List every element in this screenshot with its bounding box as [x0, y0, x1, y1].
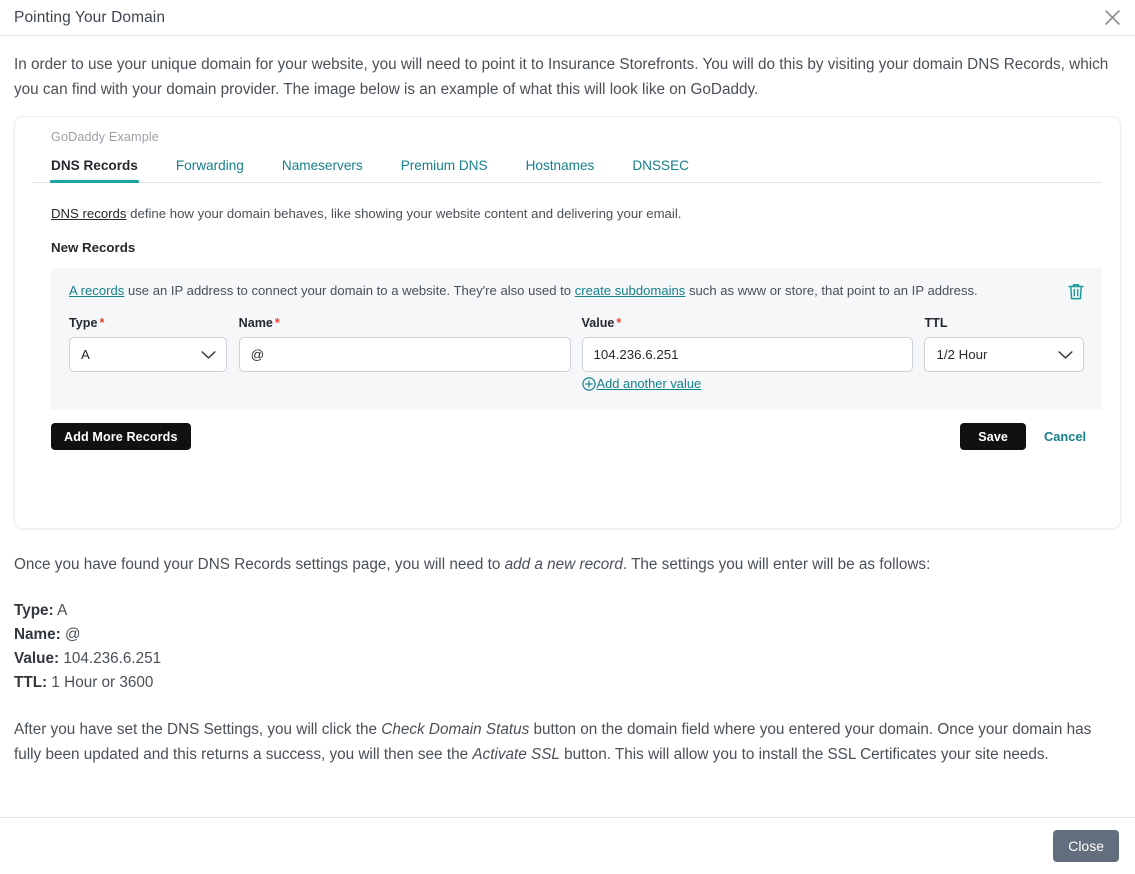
after-p1-emphasis: add a new record [504, 556, 623, 573]
a-records-link[interactable]: A records [69, 283, 124, 298]
spec-label-type: Type: [14, 602, 54, 619]
spec-value-ttl: 1 Hour or 3600 [51, 674, 154, 691]
add-another-value-button[interactable]: Add another value [581, 376, 914, 391]
close-button[interactable]: Close [1053, 830, 1119, 862]
list-item: Name: @ [14, 623, 1121, 647]
list-item: TTL: 1 Hour or 3600 [14, 671, 1121, 695]
dns-records-description-text: define how your domain behaves, like sho… [126, 206, 682, 221]
save-button[interactable]: Save [960, 423, 1027, 450]
create-subdomains-link[interactable]: create subdomains [575, 283, 686, 298]
tab-premium-dns[interactable]: Premium DNS [401, 158, 488, 182]
name-field: Name * @ [238, 316, 571, 391]
plus-circle-icon [581, 377, 596, 391]
spec-value-type: A [57, 602, 68, 619]
modal-footer: Close [0, 817, 1135, 874]
after-p1-b: . The settings you will enter will be as… [622, 556, 931, 573]
modal-body: In order to use your unique domain for y… [0, 36, 1135, 817]
dns-tabs: DNS Records Forwarding Nameservers Premi… [33, 150, 1102, 183]
spec-value-value: 104.236.6.251 [63, 650, 162, 667]
chevron-down-icon [1058, 347, 1073, 362]
type-required-mark: * [99, 316, 105, 330]
name-required-mark: * [274, 316, 280, 330]
dns-records-description: DNS records define how your domain behav… [33, 183, 1102, 223]
add-more-records-button[interactable]: Add More Records [51, 423, 191, 450]
after-p1-a: Once you have found your DNS Records set… [14, 556, 505, 573]
trash-icon[interactable] [1064, 279, 1088, 303]
value-value: 104.236.6.251 [593, 347, 679, 362]
page-title: Pointing Your Domain [14, 8, 166, 26]
value-input[interactable]: 104.236.6.251 [581, 337, 914, 372]
name-label: Name * [238, 316, 280, 330]
spec-label-name: Name: [14, 626, 61, 643]
a-record-desc-end: such as www or store, that point to an I… [685, 283, 978, 298]
list-item: Type: A [14, 599, 1121, 623]
after-paragraph-2: After you have set the DNS Settings, you… [14, 717, 1121, 767]
name-input[interactable]: @ [238, 337, 571, 372]
dns-records-link[interactable]: DNS records [51, 206, 126, 221]
pointing-your-domain-modal: Pointing Your Domain In order to use you… [0, 0, 1135, 874]
tab-dns-records[interactable]: DNS Records [50, 158, 139, 183]
a-record-desc-mid: use an IP address to connect your domain… [124, 283, 575, 298]
tab-dnssec[interactable]: DNSSEC [632, 158, 689, 182]
type-field: Type * A [69, 316, 227, 391]
record-settings-list: Type: A Name: @ Value: 104.236.6.251 TTL… [14, 599, 1121, 695]
close-icon[interactable] [1099, 5, 1125, 31]
modal-header: Pointing Your Domain [0, 0, 1135, 36]
ttl-value: 1/2 Hour [936, 347, 988, 362]
record-actions: Add More Records Save Cancel [51, 423, 1102, 450]
value-label: Value * [581, 316, 622, 330]
tab-hostnames[interactable]: Hostnames [526, 158, 595, 182]
list-item: Value: 104.236.6.251 [14, 647, 1121, 671]
type-value: A [81, 347, 90, 362]
record-fields: Type * A Name * @ Value * 104.236.6.251 … [69, 316, 1084, 391]
value-field: Value * 104.236.6.251 Add another value [581, 316, 914, 391]
tab-forwarding[interactable]: Forwarding [176, 158, 244, 182]
value-required-mark: * [616, 316, 622, 330]
cancel-button[interactable]: Cancel [1044, 429, 1086, 444]
add-another-value-label: Add another value [596, 376, 702, 391]
name-value: @ [250, 347, 265, 362]
type-select[interactable]: A [69, 337, 227, 372]
ttl-field: TTL 1/2 Hour [924, 316, 1084, 391]
ttl-select[interactable]: 1/2 Hour [924, 337, 1084, 372]
chevron-down-icon [201, 347, 216, 362]
activate-ssl-emphasis: Activate SSL [472, 746, 560, 763]
after-p2-a: After you have set the DNS Settings, you… [14, 721, 382, 738]
a-record-description: A records use an IP address to connect y… [69, 282, 1084, 299]
type-label: Type * [69, 316, 105, 330]
after-p2-c: button. This will allow you to install t… [559, 746, 1049, 763]
example-caption: GoDaddy Example [51, 130, 159, 144]
spec-label-ttl: TTL: [14, 674, 48, 691]
check-domain-status-emphasis: Check Domain Status [381, 721, 530, 738]
godaddy-example-card: GoDaddy Example DNS Records Forwarding N… [14, 116, 1121, 529]
spec-label-value: Value: [14, 650, 60, 667]
a-record-panel: A records use an IP address to connect y… [51, 268, 1102, 410]
after-paragraph-1: Once you have found your DNS Records set… [14, 552, 1121, 577]
tab-nameservers[interactable]: Nameservers [282, 158, 363, 182]
new-records-heading: New Records [51, 240, 136, 255]
spec-value-name: @ [65, 626, 81, 643]
ttl-label: TTL [924, 316, 948, 330]
intro-paragraph: In order to use your unique domain for y… [14, 56, 1109, 98]
